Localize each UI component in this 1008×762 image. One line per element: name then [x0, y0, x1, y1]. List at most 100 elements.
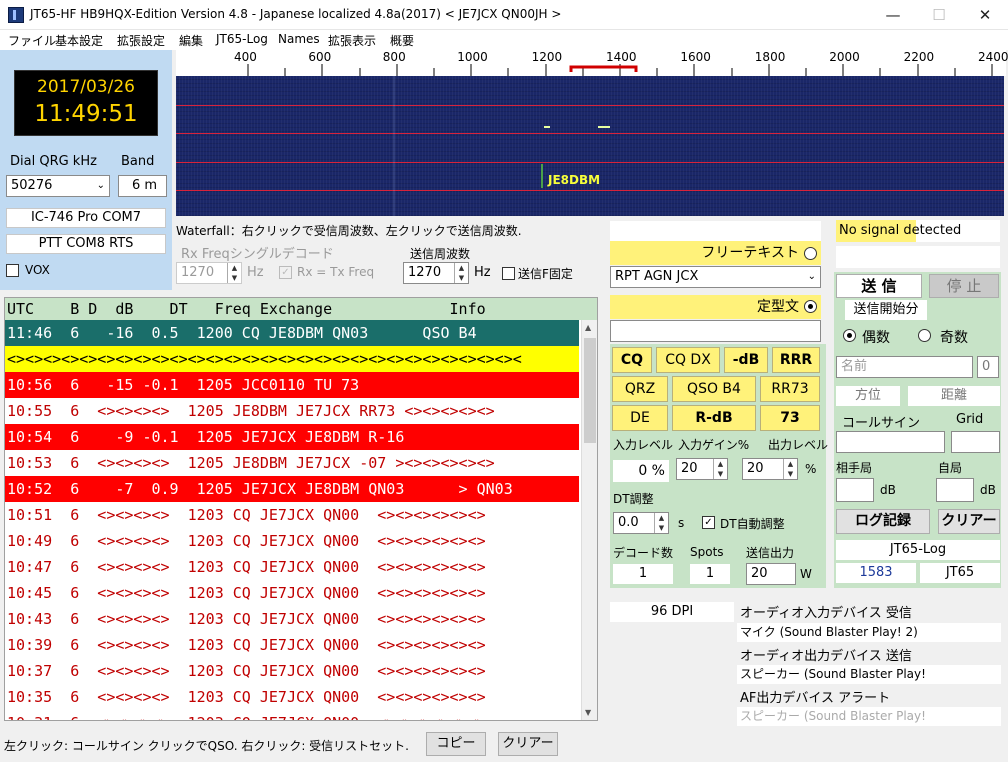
rx-freq-field[interactable]: 1270 ▲ ▼: [176, 262, 242, 284]
audio-in-device[interactable]: マイク (Sound Blaster Play! 2): [737, 623, 1001, 642]
rrr-button[interactable]: RRR: [772, 347, 820, 373]
callsign-field[interactable]: [836, 431, 945, 453]
ruler-tick-label: 1600: [680, 50, 711, 64]
input-gain-spinner[interactable]: ▲ ▼: [713, 459, 727, 479]
waterfall-display[interactable]: JE8DBM: [176, 76, 1004, 216]
output-level-spinner[interactable]: ▲ ▼: [783, 459, 797, 479]
my-report-field[interactable]: [936, 478, 974, 502]
distance-field: 距離: [908, 386, 1000, 406]
vox-checkbox[interactable]: [6, 264, 19, 277]
table-row[interactable]: 10:53 6 <><><><> 1205 JE8DBM JE7JCX -07 …: [5, 450, 579, 476]
menu-about[interactable]: 概要: [390, 32, 414, 49]
dt-field[interactable]: 0.0 ▲ ▼: [613, 512, 669, 534]
menu-file[interactable]: ファイル: [8, 32, 56, 49]
free-text-select[interactable]: RPT AGN JCX ⌄: [610, 266, 821, 288]
table-row[interactable]: 10:39 6 <><><><> 1203 CQ JE7JCX QN00 <><…: [5, 632, 579, 658]
send-button[interactable]: 送 信: [836, 274, 922, 298]
waterfall-hint: Waterfall：右クリックで受信周波数、左クリックで送信周波数.: [176, 224, 522, 238]
menu-names[interactable]: Names: [278, 32, 320, 46]
clear-list-button[interactable]: クリアー: [498, 732, 558, 756]
table-row[interactable]: 10:31 6 <><><><> 1203 CQ JE7JCX QN00 <><…: [5, 710, 579, 720]
input-level-label: 入力レベル: [613, 438, 674, 452]
tx-fixed-checkbox[interactable]: [502, 267, 515, 280]
signal-status: No signal detected: [836, 220, 1000, 242]
table-row[interactable]: 10:56 6 -15 -0.1 1205 JCC0110 TU 73: [5, 372, 579, 398]
close-button[interactable]: ✕: [962, 0, 1008, 30]
menu-basic-settings[interactable]: 基本設定: [55, 32, 103, 49]
table-row[interactable]: 10:55 6 <><><><> 1205 JE8DBM JE7JCX RR73…: [5, 398, 579, 424]
table-row[interactable]: 10:52 6 -7 0.9 1205 JE7JCX JE8DBM QN03 >…: [5, 476, 579, 502]
chevron-down-icon: ⌄: [807, 271, 816, 282]
waterfall-signal-label: JE8DBM: [548, 173, 601, 187]
tx-power-unit: W: [800, 567, 812, 581]
dpi-display: 96 DPI: [610, 602, 734, 622]
log-count[interactable]: 1583: [836, 563, 916, 583]
rx-hz-label: Hz: [247, 265, 264, 280]
clear-qso-button[interactable]: クリアー: [938, 509, 1000, 534]
cq-dx-button[interactable]: CQ DX: [656, 347, 720, 373]
even-radio[interactable]: [843, 329, 856, 342]
title-bar: JT65-HF HB9HQX-Edition Version 4.8 - Jap…: [0, 0, 1008, 30]
table-row[interactable]: 11:46 6 -16 0.5 1200 CQ JE8DBM QN03 QSO …: [5, 320, 579, 346]
fixed-text-field[interactable]: [610, 320, 821, 342]
menu-edit[interactable]: 編集: [179, 32, 203, 49]
band-activity-list[interactable]: UTC B D dB DT Freq Exchange Info 11:46 6…: [4, 297, 598, 721]
output-level-field[interactable]: 20 ▲ ▼: [742, 458, 798, 480]
af-out-device[interactable]: スピーカー (Sound Blaster Play!: [737, 707, 1001, 726]
rig-info: IC-746 Pro COM7: [6, 208, 166, 228]
spots-label: Spots: [690, 545, 724, 559]
menu-ext-display[interactable]: 拡張表示: [328, 32, 376, 49]
scroll-thumb[interactable]: [584, 338, 596, 443]
copy-button[interactable]: コピー: [426, 732, 486, 756]
dt-auto-checkbox[interactable]: ✓: [702, 516, 715, 529]
73-button[interactable]: 73: [760, 405, 820, 431]
tx-freq-field[interactable]: 1270 ▲ ▼: [403, 262, 469, 284]
fixed-text-radio[interactable]: [804, 300, 817, 313]
ruler-tick-label: 400: [234, 50, 257, 64]
input-gain-field[interactable]: 20 ▲ ▼: [676, 458, 728, 480]
dt-spinner[interactable]: ▲ ▼: [654, 513, 668, 533]
stop-button[interactable]: 停 止: [929, 274, 999, 298]
de-button[interactable]: DE: [612, 405, 668, 431]
cq-button[interactable]: CQ: [612, 347, 652, 373]
table-row[interactable]: 10:54 6 -9 -0.1 1205 JE7JCX JE8DBM R-16: [5, 424, 579, 450]
qrz-button[interactable]: QRZ: [612, 376, 668, 402]
odd-radio[interactable]: [918, 329, 931, 342]
decode-count-label: デコード数: [613, 546, 674, 560]
tx-power-field[interactable]: 20: [746, 563, 796, 585]
table-row[interactable]: 10:51 6 <><><><> 1203 CQ JE7JCX QN00 <><…: [5, 502, 579, 528]
table-row[interactable]: 10:37 6 <><><><> 1203 CQ JE7JCX QN00 <><…: [5, 658, 579, 684]
menu-ext-settings[interactable]: 拡張設定: [117, 32, 165, 49]
tx-freq-spinner[interactable]: ▲ ▼: [454, 263, 468, 283]
maximize-button[interactable]: ☐: [916, 0, 962, 30]
free-text-radio[interactable]: [804, 247, 817, 260]
name-field[interactable]: 名前: [836, 356, 973, 378]
band-label: Band: [121, 154, 155, 169]
rx-freq-spinner[interactable]: ▲ ▼: [227, 263, 241, 283]
table-row[interactable]: 10:49 6 <><><><> 1203 CQ JE7JCX QN00 <><…: [5, 528, 579, 554]
table-row[interactable]: 10:35 6 <><><><> 1203 CQ JE7JCX QN00 <><…: [5, 684, 579, 710]
table-row[interactable]: 10:45 6 <><><><> 1203 CQ JE7JCX QN00 <><…: [5, 580, 579, 606]
list-scrollbar[interactable]: ▲ ▼: [581, 320, 597, 720]
dial-qrg-select[interactable]: 50276 ⌄: [6, 175, 110, 197]
rr73-button[interactable]: RR73: [760, 376, 820, 402]
r-db-button[interactable]: R-dB: [672, 405, 756, 431]
table-row[interactable]: 10:47 6 <><><><> 1203 CQ JE7JCX QN00 <><…: [5, 554, 579, 580]
log-qso-button[interactable]: ログ記録: [836, 509, 930, 534]
menu-jt65-log[interactable]: JT65-Log: [216, 32, 268, 46]
band-field[interactable]: 6 m: [118, 175, 167, 197]
grid-field[interactable]: [951, 431, 1000, 453]
audio-out-device[interactable]: スピーカー (Sound Blaster Play!: [737, 665, 1001, 684]
rx-eq-tx-checkbox[interactable]: ✓: [279, 266, 292, 279]
scroll-up-icon[interactable]: ▲: [585, 323, 591, 332]
scroll-down-icon[interactable]: ▼: [585, 708, 591, 717]
qso-b4-button[interactable]: QSO B4: [672, 376, 756, 402]
af-out-label: AF出力デバイス アラート: [740, 691, 891, 706]
minimize-button[interactable]: —: [870, 0, 916, 30]
clock-time: 11:49:51: [34, 101, 138, 127]
their-report-field[interactable]: [836, 478, 874, 502]
table-row[interactable]: <><><><><><><><><><><><><><><><><><><><>…: [5, 346, 579, 372]
minus-db-button[interactable]: -dB: [724, 347, 768, 373]
dt-label: DT調整: [613, 492, 654, 506]
table-row[interactable]: 10:43 6 <><><><> 1203 CQ JE7JCX QN00 <><…: [5, 606, 579, 632]
